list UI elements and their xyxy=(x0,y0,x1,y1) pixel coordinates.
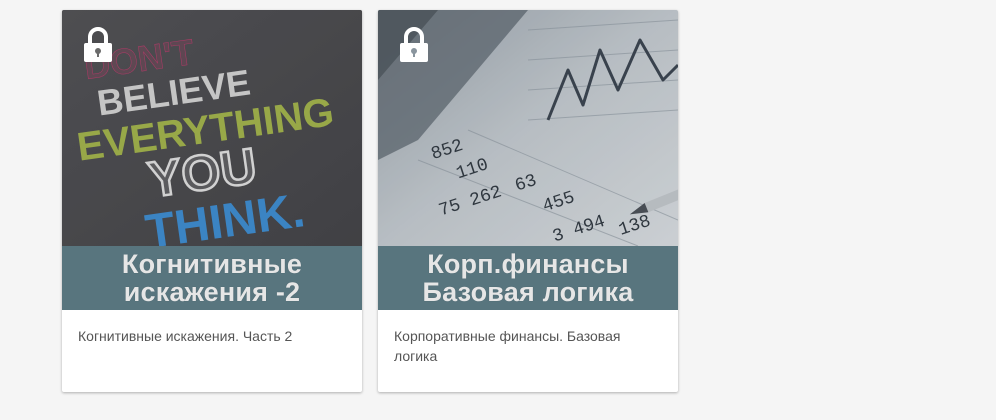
course-cover: DON'T BELIEVE EVERYTHING YOU THINK. Когн… xyxy=(62,10,362,310)
course-caption: Когнитивные искажения. Часть 2 xyxy=(78,328,293,344)
cover-title: Корп.финансы Базовая логика xyxy=(423,250,634,306)
course-caption: Корпоративные финансы. Базовая логика xyxy=(394,328,621,364)
course-card-corporate-finance[interactable]: 852 110 75 262 63 455 62 3 494 138 29 xyxy=(378,10,678,392)
cover-title-line: искажения -2 xyxy=(123,277,301,307)
cover-title-line: Когнитивные xyxy=(121,249,303,279)
cover-title-banner: Когнитивные искажения -2 xyxy=(62,246,362,310)
lock-icon xyxy=(400,27,428,62)
course-card-cognitive-biases[interactable]: DON'T BELIEVE EVERYTHING YOU THINK. Когн… xyxy=(62,10,362,392)
cover-title-banner: Корп.финансы Базовая логика xyxy=(378,246,678,310)
lock-icon xyxy=(84,27,112,62)
course-cover: 852 110 75 262 63 455 62 3 494 138 29 xyxy=(378,10,678,310)
cover-title-line: Базовая логика xyxy=(422,277,634,307)
cover-title-line: Корп.финансы xyxy=(427,249,629,279)
cover-title: Когнитивные искажения -2 xyxy=(122,250,302,306)
course-card-list: DON'T BELIEVE EVERYTHING YOU THINK. Когн… xyxy=(62,10,678,392)
